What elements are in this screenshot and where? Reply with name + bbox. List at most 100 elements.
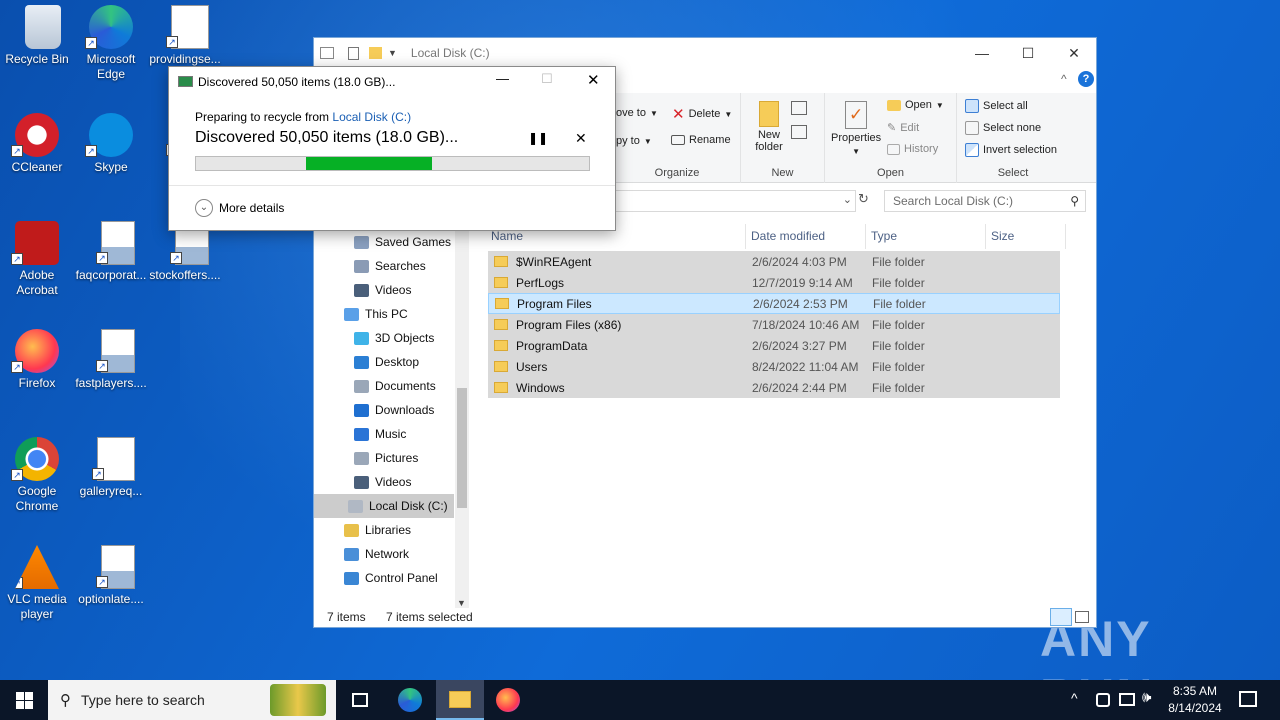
new-group-label: New	[771, 167, 794, 179]
properties-button[interactable]: ✓ Properties ▼	[831, 101, 881, 156]
cancel-button[interactable]: ✕	[575, 130, 587, 147]
desktop-icon[interactable]: ↗ providingse...	[148, 5, 222, 67]
edge-icon: ↗	[85, 5, 133, 49]
dialog-maximize-button[interactable]: ☐	[541, 71, 553, 87]
file-row[interactable]: Program Files (x86) 7/18/2024 10:46 AM Fil…	[488, 314, 1060, 335]
copy-to-button[interactable]: py to ▼	[616, 135, 652, 147]
dialog-close-button[interactable]: ✕	[587, 71, 600, 89]
firefox-taskbar-button[interactable]	[484, 680, 532, 720]
folder-qat-icon[interactable]	[369, 47, 382, 59]
nav-item[interactable]: Local Disk (C:)	[314, 494, 454, 518]
nav-item[interactable]: Saved Games	[314, 230, 454, 254]
move-to-button[interactable]: ove to ▼	[616, 107, 658, 119]
source-link[interactable]: Local Disk (C:)	[332, 110, 411, 124]
desktop-icon[interactable]: Recycle Bin	[0, 5, 74, 67]
properties-qat-icon[interactable]	[348, 46, 359, 60]
file-row[interactable]: ProgramData 2/6/2024 3:27 PM File folder	[488, 335, 1060, 356]
close-button[interactable]: ✕	[1051, 38, 1097, 68]
edit-button[interactable]: ✎ Edit	[887, 121, 919, 135]
more-details-button[interactable]: ⌄ More details	[195, 199, 284, 217]
details-view-icon[interactable]	[1050, 608, 1072, 626]
maximize-button[interactable]: ☐	[1005, 38, 1051, 68]
nav-item-label: Videos	[375, 475, 412, 489]
file-row[interactable]: PerfLogs 12/7/2019 9:14 AM File folder	[488, 272, 1060, 293]
history-button[interactable]: History	[887, 143, 938, 155]
start-button[interactable]	[0, 680, 48, 720]
nav-scrollbar[interactable]: ▼	[455, 218, 469, 608]
nav-item[interactable]: Videos	[314, 278, 454, 302]
image-file-icon: ↗	[96, 221, 135, 265]
network-icon[interactable]	[1119, 693, 1135, 706]
file-row[interactable]: $WinREAgent 2/6/2024 4:03 PM File folder	[488, 251, 1060, 272]
help-icon[interactable]: ?	[1078, 71, 1094, 87]
refresh-icon[interactable]: ↻	[858, 191, 869, 207]
device-icon[interactable]	[1096, 693, 1110, 707]
file-row[interactable]: Users 8/24/2022 11:04 AM File folder	[488, 356, 1060, 377]
nav-item[interactable]: Videos	[314, 470, 454, 494]
column-header-size[interactable]: Size	[986, 224, 1066, 249]
desktop-icon[interactable]: ↗ CCleaner	[0, 113, 74, 175]
desktop-icon[interactable]: ↗ fastplayers....	[74, 329, 148, 391]
large-icons-view-icon[interactable]	[1075, 611, 1089, 623]
nav-item[interactable]: Searches	[314, 254, 454, 278]
shortcut-arrow-icon: ↗	[15, 577, 23, 589]
nav-item[interactable]: Network	[314, 542, 454, 566]
nav-item[interactable]: Documents	[314, 374, 454, 398]
select-none-button[interactable]: Select none	[965, 121, 1041, 135]
collapse-ribbon-icon[interactable]: ^	[1061, 72, 1067, 86]
nav-item[interactable]: This PC	[314, 302, 454, 326]
minimize-button[interactable]: —	[959, 38, 1005, 68]
new-folder-button[interactable]: New folder	[751, 101, 787, 153]
desktop-icon[interactable]: ↗ faqcorporat...	[74, 221, 148, 283]
rename-button[interactable]: Rename	[671, 134, 731, 146]
file-row[interactable]: Windows 2/6/2024 2:44 PM File folder	[488, 377, 1060, 398]
file-row[interactable]: Program Files 2/6/2024 2:53 PM File folder	[488, 293, 1060, 314]
desktop-icon[interactable]: ↗ Google Chrome	[0, 437, 74, 514]
dialog-minimize-button[interactable]: —	[496, 71, 509, 86]
nav-item[interactable]: Pictures	[314, 446, 454, 470]
easy-access-icon[interactable]	[791, 125, 807, 139]
desktop-icon[interactable]: ↗ Adobe Acrobat	[0, 221, 74, 298]
invert-selection-button[interactable]: Invert selection	[965, 143, 1057, 157]
file-date: 7/18/2024 10:46 AM	[752, 317, 860, 332]
desktop-icon[interactable]: ↗ galleryreq...	[74, 437, 148, 499]
recycle-progress-dialog[interactable]: Discovered 50,050 items (18.0 GB)... — ☐…	[168, 66, 616, 231]
edge-taskbar-button[interactable]	[386, 680, 434, 720]
quick-access-icon[interactable]	[320, 47, 334, 59]
folder-icon	[494, 277, 508, 288]
address-bar[interactable]: ⌄	[614, 190, 856, 212]
nav-item[interactable]: Control Panel	[314, 566, 454, 590]
title-bar[interactable]: ▼ Local Disk (C:) — ☐ ✕	[314, 38, 1096, 68]
column-header-date[interactable]: Date modified	[746, 224, 866, 249]
desktop-icon[interactable]: ↗ Microsoft Edge	[74, 5, 148, 82]
desktop-icon[interactable]: ↗ optionlate....	[74, 545, 148, 607]
notifications-icon[interactable]	[1239, 691, 1257, 707]
nav-item[interactable]: Downloads	[314, 398, 454, 422]
open-button[interactable]: Open ▼	[887, 99, 944, 111]
item-count: 7 items	[327, 610, 366, 624]
taskbar-search-box[interactable]: ⚲ Type here to search	[48, 680, 336, 720]
nav-scrollbar-thumb[interactable]	[457, 388, 467, 508]
nav-item[interactable]: Libraries	[314, 518, 454, 542]
delete-button[interactable]: ✕ Delete ▼	[672, 105, 732, 123]
select-all-button[interactable]: Select all	[965, 99, 1028, 113]
desktop-icon[interactable]: ↗ VLC media player	[0, 545, 74, 622]
volume-icon[interactable]: 🕪	[1142, 689, 1151, 706]
task-view-button[interactable]	[336, 680, 384, 720]
explorer-taskbar-button[interactable]	[436, 680, 484, 720]
address-dropdown-icon[interactable]: ⌄	[843, 193, 852, 206]
qat-dropdown-icon[interactable]: ▼	[388, 48, 397, 58]
scroll-down-icon[interactable]: ▼	[457, 598, 466, 608]
search-input[interactable]: Search Local Disk (C:) ⚲	[884, 190, 1086, 212]
desktop-icon-label: providingse...	[149, 52, 221, 66]
desktop-icon[interactable]: ↗ Skype	[74, 113, 148, 175]
column-header-type[interactable]: Type	[866, 224, 986, 249]
new-item-icon[interactable]	[791, 101, 807, 115]
desktop-icon[interactable]: ↗ Firefox	[0, 329, 74, 391]
nav-item[interactable]: Desktop	[314, 350, 454, 374]
nav-item[interactable]: 3D Objects	[314, 326, 454, 350]
show-hidden-icons[interactable]: ^	[1071, 690, 1078, 706]
nav-item[interactable]: Music	[314, 422, 454, 446]
pause-button[interactable]: ❚❚	[528, 131, 548, 145]
clock[interactable]: 8:35 AM 8/14/2024	[1162, 683, 1228, 717]
